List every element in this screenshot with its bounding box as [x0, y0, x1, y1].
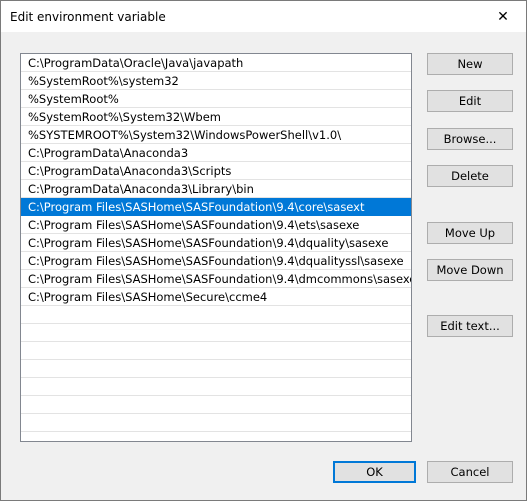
empty-row[interactable]	[21, 360, 411, 378]
list-item[interactable]: %SystemRoot%	[21, 90, 411, 108]
empty-row[interactable]	[21, 396, 411, 414]
empty-row[interactable]	[21, 414, 411, 432]
edit-environment-variable-dialog: Edit environment variable ✕ C:\ProgramDa…	[0, 0, 527, 501]
close-icon: ✕	[497, 8, 509, 25]
list-item[interactable]: C:\ProgramData\Anaconda3\Scripts	[21, 162, 411, 180]
empty-row[interactable]	[21, 342, 411, 360]
list-item[interactable]: %SystemRoot%\system32	[21, 72, 411, 90]
empty-row[interactable]	[21, 306, 411, 324]
new-button[interactable]: New	[427, 53, 513, 75]
empty-row[interactable]	[21, 324, 411, 342]
list-item[interactable]: C:\Program Files\SASHome\Secure\ccme4	[21, 288, 411, 306]
path-list[interactable]: C:\ProgramData\Oracle\Java\javapath %Syst…	[20, 53, 412, 442]
move-down-button[interactable]: Move Down	[427, 259, 513, 281]
empty-row[interactable]	[21, 378, 411, 396]
list-item[interactable]: %SystemRoot%\System32\Wbem	[21, 108, 411, 126]
move-up-button[interactable]: Move Up	[427, 222, 513, 244]
list-item[interactable]: C:\Program Files\SASHome\SASFoundation\9…	[21, 198, 411, 216]
list-item[interactable]: C:\ProgramData\Anaconda3\Library\bin	[21, 180, 411, 198]
list-item[interactable]: C:\Program Files\SASHome\SASFoundation\9…	[21, 234, 411, 252]
close-button[interactable]: ✕	[480, 1, 526, 32]
edit-button[interactable]: Edit	[427, 90, 513, 112]
window-title: Edit environment variable	[10, 10, 166, 24]
list-item[interactable]: %SYSTEMROOT%\System32\WindowsPowerShell\…	[21, 126, 411, 144]
list-item[interactable]: C:\Program Files\SASHome\SASFoundation\9…	[21, 252, 411, 270]
list-item[interactable]: C:\ProgramData\Anaconda3	[21, 144, 411, 162]
title-bar: Edit environment variable ✕	[1, 1, 526, 32]
list-item[interactable]: C:\Program Files\SASHome\SASFoundation\9…	[21, 216, 411, 234]
edit-text-button[interactable]: Edit text...	[427, 315, 513, 337]
browse-button[interactable]: Browse...	[427, 128, 513, 150]
cancel-button[interactable]: Cancel	[427, 461, 513, 483]
delete-button[interactable]: Delete	[427, 165, 513, 187]
ok-button[interactable]: OK	[333, 461, 416, 483]
list-item[interactable]: C:\Program Files\SASHome\SASFoundation\9…	[21, 270, 411, 288]
list-item[interactable]: C:\ProgramData\Oracle\Java\javapath	[21, 54, 411, 72]
